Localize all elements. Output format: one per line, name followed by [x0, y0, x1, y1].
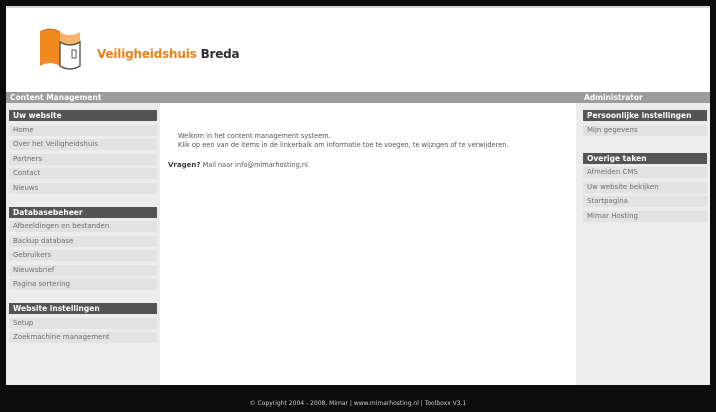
nav-item-mijn-gegevens[interactable]: Mijn gegevens	[583, 124, 707, 136]
nav-item-partners[interactable]: Partners	[9, 153, 157, 165]
right-sidebar: Persoonlijke instellingen Mijn gegevens …	[576, 103, 710, 385]
bottom-band	[6, 385, 710, 396]
questions-label: Vragen?	[168, 161, 201, 169]
nav-section-database: Databasebeheer Afbeeldingen en bestanden…	[9, 206, 157, 290]
nav-item-afbeeldingen[interactable]: Afbeeldingen en bestanden	[9, 221, 157, 232]
section-header: Persoonlijke instellingen	[583, 110, 707, 121]
nav-item-afmelden[interactable]: Afmelden CMS	[583, 167, 707, 178]
footer-copyright: © Copyright 2004 - 2008, Mimar | www.mim…	[249, 400, 467, 407]
nav-item-home[interactable]: Home	[9, 124, 157, 136]
nav-section-personal: Persoonlijke instellingen Mijn gegevens	[583, 110, 707, 136]
nav-item-pagina-sortering[interactable]: Pagina sortering	[9, 279, 157, 290]
contact-line: Vragen? Mail naar info@mimarhosting.nl.	[168, 161, 310, 169]
nav-section-settings: Website instellingen Setup Zoekmachine m…	[9, 303, 157, 343]
strip-title-cms: Content Management	[10, 93, 102, 102]
section-header: Uw website	[9, 110, 157, 121]
section-header: Databasebeheer	[9, 206, 157, 218]
section-header: Overige taken	[583, 152, 707, 164]
nav-item-startpagina[interactable]: Startpagina	[583, 196, 707, 207]
site-header: Veiligheidshuis Breda	[6, 6, 710, 89]
welcome-text: Welkom in het content management systeem…	[178, 132, 509, 149]
nav-item-contact[interactable]: Contact	[9, 168, 157, 179]
nav-section-website: Uw website Home Over het Veiligheidshuis…	[9, 110, 157, 194]
top-strip: Content Management Administrator	[6, 92, 710, 103]
nav-item-over[interactable]: Over het Veiligheidshuis	[9, 139, 157, 150]
nav-item-setup[interactable]: Setup	[9, 317, 157, 329]
nav-item-website-bekijken[interactable]: Uw website bekijken	[583, 181, 707, 193]
brand-name-orange: Veiligheidshuis	[97, 47, 197, 61]
nav-item-mimar-hosting[interactable]: Mimar Hosting	[583, 210, 707, 222]
strip-title-user: Administrator	[584, 93, 643, 102]
nav-item-zoekmachine[interactable]: Zoekmachine management	[9, 332, 157, 343]
welcome-line: Welkom in het content management systeem…	[178, 132, 331, 140]
brand-name-dark: Breda	[200, 47, 240, 61]
logo-icon	[39, 28, 81, 70]
nav-item-nieuws[interactable]: Nieuws	[9, 182, 157, 194]
section-header: Website instellingen	[9, 303, 157, 314]
nav-item-nieuwsbrief[interactable]: Nieuwsbrief	[9, 264, 157, 276]
contact-email-text[interactable]: Mail naar info@mimarhosting.nl.	[200, 161, 310, 169]
instruction-line: Klik op een van de items in de linkerbal…	[178, 140, 509, 149]
nav-item-gebruikers[interactable]: Gebruikers	[9, 250, 157, 261]
brand-title[interactable]: Veiligheidshuis Breda	[97, 47, 240, 61]
left-sidebar: Uw website Home Over het Veiligheidshuis…	[6, 103, 160, 385]
main-content: Welkom in het content management systeem…	[160, 103, 576, 385]
page-frame: Veiligheidshuis Breda Content Management…	[6, 6, 710, 396]
nav-item-backup[interactable]: Backup database	[9, 235, 157, 247]
nav-section-other: Overige taken Afmelden CMS Uw website be…	[583, 152, 707, 222]
